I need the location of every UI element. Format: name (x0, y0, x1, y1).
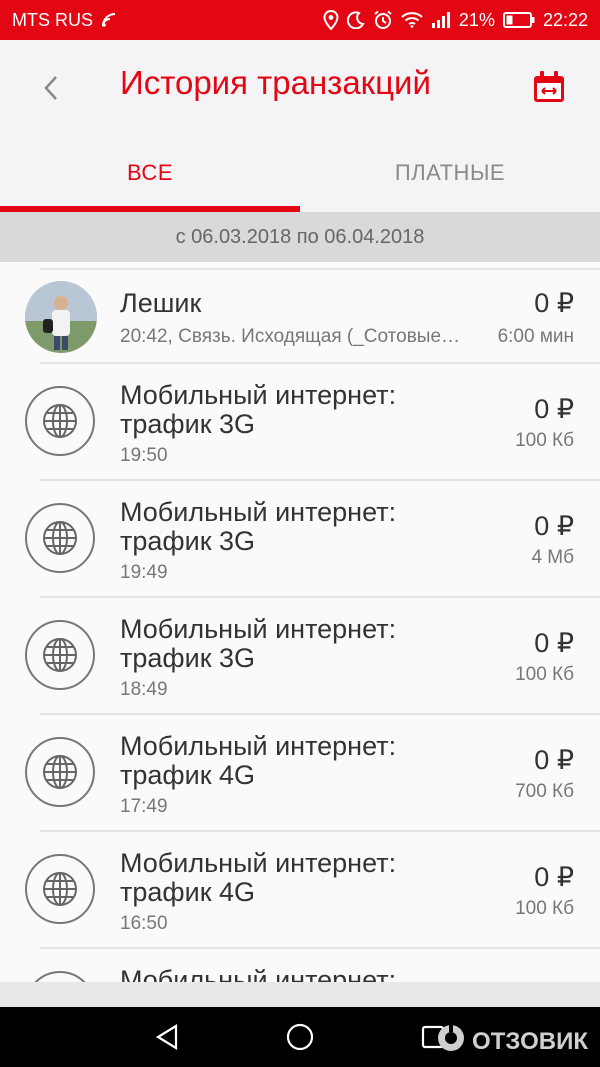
transaction-volume: 100 Кб (515, 664, 574, 685)
battery-percent: 21% (458, 9, 495, 30)
date-range-label[interactable]: с 06.03.2018 по 06.04.2018 (0, 212, 600, 262)
transaction-amount: 0 ₽ (534, 862, 574, 892)
nav-back-icon[interactable] (152, 1022, 182, 1052)
transaction-amount: 0 ₽ (534, 745, 574, 775)
watermark-logo-icon (436, 1023, 466, 1060)
alarm-icon (373, 10, 393, 30)
transaction-row[interactable]: Мобильный интернет: трафик 3G 19:49 0 ₽ … (0, 479, 600, 596)
transaction-title: Мобильный интернет: (120, 848, 397, 878)
tab-all[interactable]: ВСЕ (0, 135, 300, 212)
transaction-title: Мобильный интернет: (120, 731, 397, 761)
globe-icon (25, 620, 95, 690)
transaction-amount: 0 ₽ (534, 628, 574, 658)
transaction-row[interactable]: Мобильный интернет: трафик 4G 16:50 0 ₽ … (0, 830, 600, 947)
globe-icon (25, 503, 95, 573)
avatar (25, 281, 97, 353)
transaction-time: 18:49 (120, 679, 168, 700)
transaction-title-line2: трафик 3G (120, 409, 256, 439)
transaction-amount: 0 ₽ (534, 394, 574, 424)
transaction-row[interactable]: Лешик 20:42, Связь. Исходящая (_Сотовые…… (0, 262, 600, 362)
battery-icon (502, 11, 535, 29)
wifi-signal-icon (101, 12, 117, 28)
transaction-volume: 6:00 мин (497, 326, 574, 347)
transaction-title: Мобильный интернет: (120, 614, 397, 644)
transaction-volume: 700 Кб (515, 781, 574, 802)
transaction-time: 19:50 (120, 445, 168, 466)
transaction-row[interactable]: Мобильный интернет: трафик 3G 19:50 0 ₽ … (0, 362, 600, 479)
moon-icon (346, 11, 365, 29)
transaction-amount: 0 ₽ (534, 288, 574, 318)
back-arrow-icon[interactable] (36, 70, 66, 106)
transaction-amount: 0 ₽ (534, 511, 574, 541)
transaction-title-line2: трафик 4G (120, 877, 256, 907)
transaction-title: Лешик (120, 288, 202, 318)
tab-bar: ВСЕ ПЛАТНЫЕ (0, 135, 600, 212)
transaction-time: 16:50 (120, 913, 168, 934)
transaction-time: 19:49 (120, 562, 168, 583)
transaction-title-line2: трафик 3G (120, 526, 256, 556)
carrier-label: MTS RUS (12, 9, 93, 30)
watermark-text: ОТЗОВИК (472, 1027, 588, 1055)
globe-icon (25, 386, 95, 456)
transaction-volume: 100 Кб (515, 898, 574, 919)
transaction-row[interactable]: Мобильный интернет: трафик 3G 18:49 0 ₽ … (0, 596, 600, 713)
transaction-volume: 4 Мб (531, 547, 574, 568)
transaction-row[interactable]: Мобильный интернет: (0, 947, 600, 982)
clock: 22:22 (542, 9, 588, 30)
transaction-row[interactable]: Мобильный интернет: трафик 4G 17:49 0 ₽ … (0, 713, 600, 830)
transaction-subtitle: 20:42, Связь. Исходящая (_Сотовые… (120, 326, 461, 347)
transaction-title-line2: трафик 4G (120, 760, 256, 790)
transaction-volume: 100 Кб (515, 430, 574, 451)
transaction-title-line2: трафик 3G (120, 643, 256, 673)
calendar-icon[interactable] (532, 70, 566, 104)
transaction-title: Мобильный интернет: (120, 380, 397, 410)
watermark: ОТЗОВИК (436, 1023, 588, 1060)
transaction-list[interactable]: Лешик 20:42, Связь. Исходящая (_Сотовые…… (0, 262, 600, 982)
transaction-title: Мобильный интернет: (120, 965, 397, 982)
tab-paid[interactable]: ПЛАТНЫЕ (300, 135, 600, 212)
nav-home-icon[interactable] (285, 1022, 315, 1052)
location-icon (323, 10, 339, 30)
cell-signal-icon (431, 11, 451, 29)
globe-icon (25, 971, 95, 982)
status-bar: MTS RUS 21% 22:22 (0, 0, 600, 40)
globe-icon (25, 854, 95, 924)
wifi-icon (401, 12, 423, 28)
navigation-bar: ОТЗОВИК (0, 1007, 600, 1067)
globe-icon (25, 737, 95, 807)
list-bottom-edge (0, 982, 600, 1007)
app-bar: История транзакций (0, 40, 600, 135)
page-title: История транзакций (120, 64, 431, 101)
transaction-title: Мобильный интернет: (120, 497, 397, 527)
transaction-time: 17:49 (120, 796, 168, 817)
